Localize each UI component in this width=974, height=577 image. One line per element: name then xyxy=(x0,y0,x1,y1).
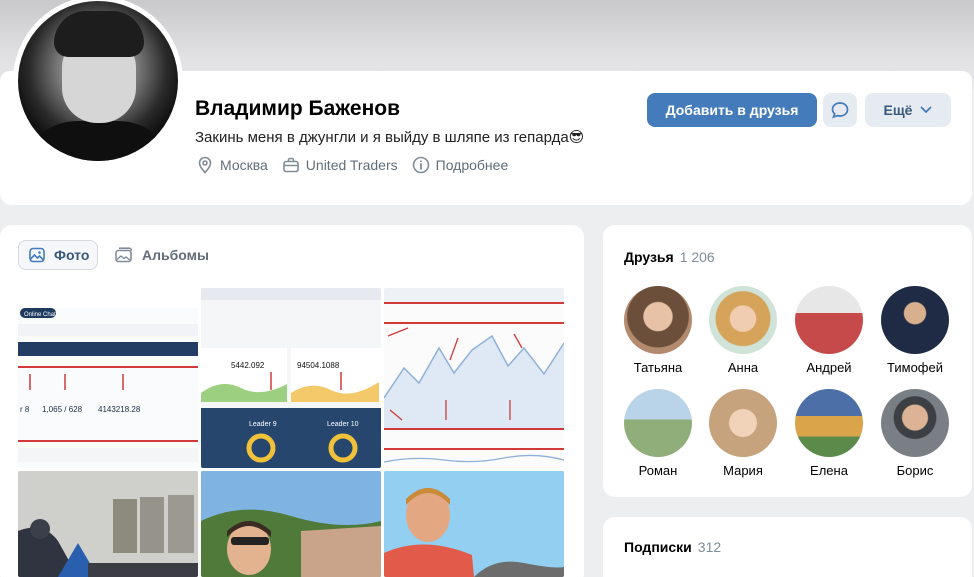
tile-text: 94504.1088 xyxy=(297,361,340,370)
info-work[interactable]: United Traders xyxy=(282,156,398,174)
dashboard-screenshot-2: 5442.092 94504.1088 Leader 9 Leader 10 xyxy=(201,288,381,468)
more-button-label: Ещё xyxy=(883,102,913,118)
friend-name: Роман xyxy=(638,463,678,478)
friend-name: Татьяна xyxy=(633,360,683,375)
tile-text: Online Chat xyxy=(24,312,56,318)
friend-item[interactable]: Борис xyxy=(875,389,955,478)
profile-info-row: Москва United Traders Подробнее xyxy=(196,156,522,174)
friend-item[interactable]: Роман xyxy=(618,389,698,478)
tab-photo[interactable]: Фото xyxy=(18,240,98,270)
info-more[interactable]: Подробнее xyxy=(412,156,509,174)
friend-name: Мария xyxy=(723,463,763,478)
dashboard-screenshot-1: Online Chat r 8 1,065 / 628 4143218.28 xyxy=(18,288,198,462)
tile-text: Leader 9 xyxy=(249,421,277,428)
friend-item[interactable]: Андрей xyxy=(789,286,869,375)
friend-item[interactable]: Анна xyxy=(703,286,783,375)
tile-text: 1,065 / 628 xyxy=(42,405,83,414)
friend-avatar xyxy=(881,286,949,354)
friend-avatar xyxy=(709,389,777,457)
photo-tile[interactable] xyxy=(384,471,564,577)
friends-count: 1 206 xyxy=(679,249,715,265)
tab-albums[interactable]: Альбомы xyxy=(114,240,209,270)
friend-name: Тимофей xyxy=(887,360,943,375)
friend-item[interactable]: Елена xyxy=(789,389,869,478)
message-bubble-icon xyxy=(831,102,849,119)
more-info-label: Подробнее xyxy=(435,157,509,173)
profile-name: Владимир Баженов xyxy=(195,97,401,120)
add-friend-button[interactable]: Добавить в друзья xyxy=(647,93,817,127)
friend-avatar xyxy=(795,389,863,457)
svg-text:r 8: r 8 xyxy=(20,405,30,414)
subscriptions-count: 312 xyxy=(697,539,722,555)
friend-avatar xyxy=(795,286,863,354)
friend-name: Анна xyxy=(727,360,759,375)
subscriptions-header[interactable]: Подписки 312 xyxy=(624,539,721,555)
meeting-photo xyxy=(18,471,198,577)
location-pin-icon xyxy=(198,156,212,174)
friends-header[interactable]: Друзья 1 206 xyxy=(624,249,715,265)
tile-text: 4143218.28 xyxy=(98,405,141,414)
photo-tile[interactable] xyxy=(384,288,564,468)
albums-icon xyxy=(115,247,133,263)
friend-name: Андрей xyxy=(806,360,852,375)
beach-selfie-photo xyxy=(384,471,564,577)
briefcase-icon xyxy=(282,157,299,173)
friends-title: Друзья xyxy=(624,249,674,265)
friend-name: Борис xyxy=(896,463,934,478)
friend-item[interactable]: Мария xyxy=(703,389,783,478)
profile-status: Закинь меня в джунгли и я выйду в шляпе … xyxy=(195,129,585,146)
friend-item[interactable]: Тимофей xyxy=(875,286,955,375)
tab-photo-label: Фото xyxy=(54,247,90,263)
profile-avatar[interactable] xyxy=(13,0,183,166)
avatar-photo xyxy=(18,1,178,161)
work-label: United Traders xyxy=(305,157,398,173)
photo-tile[interactable] xyxy=(18,471,198,577)
image-icon xyxy=(29,247,45,263)
friend-item[interactable]: Татьяна xyxy=(618,286,698,375)
chart-screenshot xyxy=(384,288,564,463)
tile-text: Leader 10 xyxy=(327,421,359,428)
friend-name: Елена xyxy=(810,463,848,478)
tile-text: 5442.092 xyxy=(231,361,265,370)
friend-avatar xyxy=(624,389,692,457)
city-label: Москва xyxy=(220,157,268,173)
photo-tile[interactable]: Online Chat r 8 1,065 / 628 4143218.28 xyxy=(18,288,198,468)
info-city: Москва xyxy=(196,156,268,174)
photo-tile[interactable]: 5442.092 94504.1088 Leader 9 Leader 10 xyxy=(201,288,381,468)
more-button[interactable]: Ещё xyxy=(865,93,951,127)
message-button[interactable] xyxy=(823,93,857,127)
tab-albums-label: Альбомы xyxy=(142,247,209,263)
friend-avatar xyxy=(709,286,777,354)
photo-tile[interactable] xyxy=(201,471,381,577)
friend-avatar xyxy=(881,389,949,457)
subscriptions-title: Подписки xyxy=(624,539,692,555)
chevron-down-icon xyxy=(921,106,932,114)
info-circle-icon xyxy=(412,156,429,174)
friend-avatar xyxy=(624,286,692,354)
coast-selfie-photo xyxy=(201,471,381,577)
